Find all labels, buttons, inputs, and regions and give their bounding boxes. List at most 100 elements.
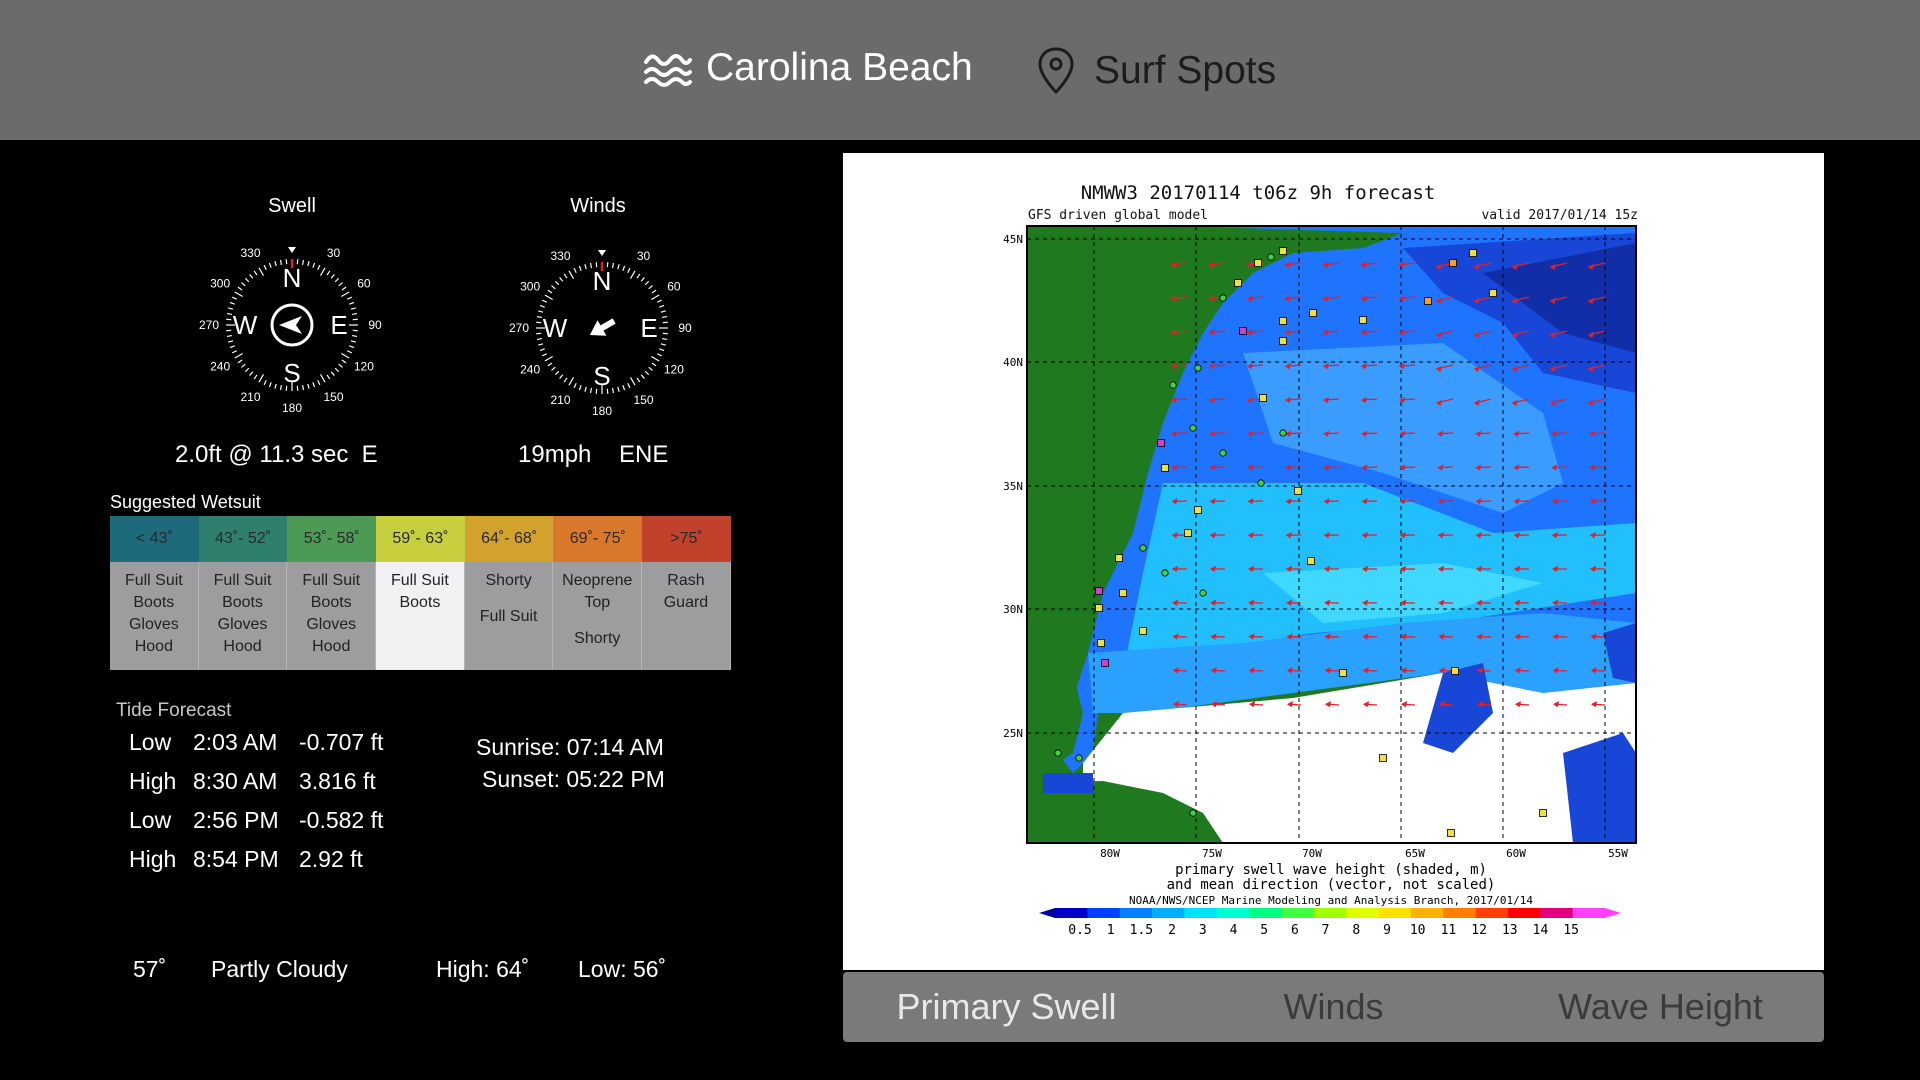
- compass-tick: [617, 264, 620, 270]
- compass-cardinal-e: E: [330, 310, 347, 340]
- wetsuit-item: Full Suit: [391, 572, 449, 589]
- compass-tick: [538, 343, 544, 346]
- compass-tick: [350, 307, 356, 310]
- buoy-marker: [1139, 627, 1147, 635]
- buoy-marker: [1189, 809, 1197, 817]
- compass-degree-label: 90: [368, 318, 382, 332]
- compass-tick: [347, 296, 353, 300]
- tide-time: 2:03 AM: [193, 729, 278, 755]
- compass-cardinal-w: W: [233, 310, 258, 340]
- compass-degree-label: 210: [550, 393, 570, 407]
- lat-label: 30N: [1003, 603, 1023, 616]
- buoy-marker: [1119, 589, 1127, 597]
- segment-primary-swell[interactable]: Primary Swell: [843, 986, 1170, 1028]
- wetsuit-item: Full Suit: [479, 608, 538, 625]
- wetsuit-item: Top: [584, 594, 611, 611]
- wetsuit-item: Shorty: [485, 572, 532, 589]
- compass-tick: [584, 386, 587, 392]
- compass-tick: [563, 377, 568, 383]
- compass-tick: [651, 289, 657, 294]
- lat-label: 25N: [1003, 727, 1023, 740]
- compass-tick: [589, 262, 592, 269]
- forecast-map-panel: NMWW3 20170114 t06z 9h forecast GFS driv…: [843, 153, 1824, 970]
- compass-tick: [627, 383, 631, 389]
- buoy-marker: [1184, 529, 1192, 537]
- wetsuit-item: Hood: [223, 638, 262, 655]
- colorbar-swatch: [1540, 908, 1574, 918]
- compass-tick: [226, 335, 233, 338]
- segment-winds[interactable]: Winds: [1170, 986, 1497, 1028]
- compass-tick: [629, 377, 636, 386]
- compass-tick: [584, 264, 587, 270]
- compass-tick: [241, 363, 246, 368]
- compass-tick: [627, 267, 631, 273]
- wetsuit-item: Boots: [222, 594, 263, 611]
- colorbar-right-arrow: [1605, 908, 1621, 918]
- wetsuit-temp-range: 64˚- 68˚: [464, 516, 554, 562]
- map-subtitle-left: GFS driven global model: [1028, 208, 1208, 223]
- compass-degree-label: 210: [240, 390, 260, 404]
- wetsuit-item: Hood: [312, 638, 351, 655]
- compass-tick: [249, 371, 254, 376]
- compass-tick: [312, 382, 316, 388]
- colorbar-label: 4: [1230, 923, 1238, 938]
- compass-tick: [659, 304, 665, 308]
- segment-wave-height[interactable]: Wave Height: [1497, 986, 1824, 1028]
- tide-row: High 8:54 PM 2.92 ft: [129, 846, 363, 873]
- compass-cardinal-n: N: [283, 263, 302, 293]
- compass-tick: [640, 374, 645, 379]
- compass-tick: [319, 267, 326, 276]
- compass-degree-label: 240: [210, 360, 230, 374]
- wetsuit-items: Shorty Full Suit: [464, 562, 554, 670]
- compass-cardinal-s: S: [283, 358, 300, 388]
- compass-tick: [661, 338, 668, 341]
- colorbar-swatch: [1249, 908, 1282, 918]
- map-plot-area: [1026, 225, 1637, 844]
- buoy-marker: [1279, 429, 1287, 437]
- tab-surf-spots[interactable]: Surf Spots: [1036, 46, 1276, 96]
- compass-tick: [334, 277, 340, 283]
- winds-direction: ENE: [619, 441, 669, 468]
- compass-tick: [341, 291, 350, 298]
- tide-type: High: [129, 768, 177, 794]
- compass-tick: [341, 359, 347, 364]
- colorbar-label: 7: [1322, 923, 1330, 938]
- swell-title: Swell: [268, 195, 316, 217]
- buoy-marker: [1169, 381, 1177, 389]
- lon-label: 75W: [1202, 847, 1222, 860]
- tide-height: 3.816 ft: [299, 768, 376, 794]
- compass-degree-label: 120: [354, 360, 374, 374]
- lon-label: 60W: [1506, 847, 1526, 860]
- compass-tick: [551, 285, 556, 290]
- wetsuit-temp-range: >75˚: [642, 516, 731, 562]
- compass-north-marker: [288, 247, 296, 253]
- compass-tick: [651, 355, 660, 362]
- compass-tick: [351, 312, 358, 315]
- compass-tick: [263, 264, 267, 270]
- compass-tick: [234, 291, 243, 298]
- buoy-marker: [1115, 554, 1123, 562]
- compass-degree-label: 300: [520, 280, 540, 294]
- wetsuit-table: < 43˚ Full Suit Boots Gloves Hood 43˚- 52˚ Ful…: [110, 516, 731, 670]
- winds-title: Winds: [570, 195, 626, 217]
- buoy-marker: [1539, 809, 1547, 817]
- compass-tick: [568, 270, 575, 279]
- compass-cardinal-s: S: [593, 361, 610, 391]
- lon-label: 70W: [1302, 847, 1322, 860]
- buoy-marker: [1139, 544, 1147, 552]
- buoy-marker: [1219, 294, 1227, 302]
- buoy-marker: [1095, 604, 1103, 612]
- compass-tick: [279, 259, 282, 266]
- wetsuit-item: Hood: [134, 638, 173, 655]
- map-caption-2: and mean direction (vector, not scaled): [1167, 877, 1496, 893]
- buoy-marker: [1489, 289, 1497, 297]
- map-credit: NOAA/NWS/NCEP Marine Modeling and Analys…: [1129, 894, 1533, 907]
- tide-row: Low 2:56 PM -0.582 ft: [129, 807, 383, 834]
- wetsuit-item: Shorty: [574, 630, 621, 647]
- compass-tick: [234, 352, 243, 359]
- buoy-marker: [1469, 249, 1477, 257]
- wetsuit-item: Gloves: [306, 616, 357, 633]
- tab-location[interactable]: Carolina Beach: [642, 46, 973, 90]
- tide-time: 2:56 PM: [193, 807, 279, 833]
- wetsuit-temp-range: 53˚- 58˚: [287, 516, 377, 562]
